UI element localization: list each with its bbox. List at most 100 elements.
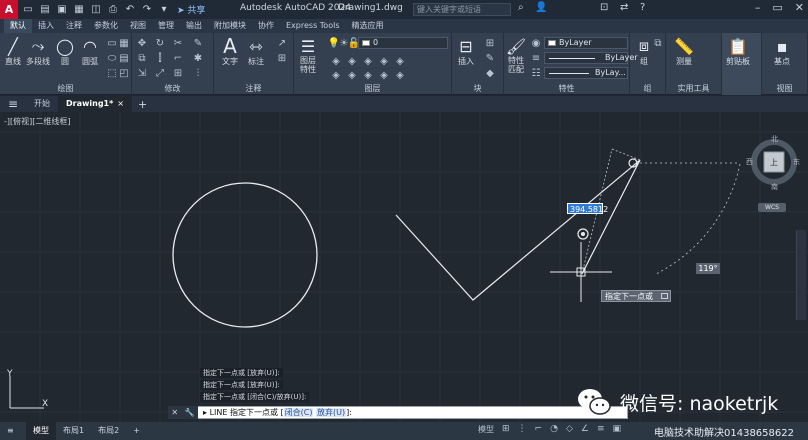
copy-icon[interactable]: ⧉ bbox=[136, 52, 148, 64]
viewcube-north[interactable]: 北 bbox=[771, 134, 778, 144]
add-tab-icon[interactable]: + bbox=[132, 98, 153, 111]
rotate-icon[interactable]: ↻ bbox=[154, 37, 166, 49]
scale-icon[interactable]: ⤢ bbox=[154, 67, 166, 79]
stretch-icon[interactable]: ⇲ bbox=[136, 67, 148, 79]
tab-default[interactable]: 默认 bbox=[4, 19, 32, 33]
tab-collaborate[interactable]: 协作 bbox=[252, 19, 280, 33]
drawn-circle[interactable] bbox=[172, 182, 318, 328]
polar-icon[interactable]: ◔ bbox=[550, 424, 558, 435]
edit-block-icon[interactable]: ✎ bbox=[484, 52, 496, 64]
region-icon[interactable]: ◰ bbox=[118, 67, 130, 79]
insert-button[interactable]: ⊟ 插入 bbox=[456, 36, 476, 67]
ellipse-icon[interactable]: ⬭ bbox=[106, 52, 118, 64]
layer-tool-4-icon[interactable]: ◈ bbox=[378, 55, 390, 67]
paste-button[interactable]: 📋 剪贴板 bbox=[726, 36, 750, 67]
share-button[interactable]: ➤ 共享 bbox=[177, 3, 205, 16]
circle-button[interactable]: ◯ 圆 bbox=[55, 36, 75, 67]
viewcube-west[interactable]: 西 bbox=[746, 157, 753, 167]
annotation-panel-title[interactable]: 注释 bbox=[214, 83, 293, 94]
drawn-polyline[interactable] bbox=[395, 159, 641, 301]
layer-tool-3-icon[interactable]: ◈ bbox=[362, 55, 374, 67]
drawing-canvas[interactable] bbox=[0, 112, 808, 422]
layers-panel-title[interactable]: 图层 bbox=[294, 83, 451, 94]
exchange-icon[interactable]: ⇄ bbox=[620, 2, 628, 13]
rectangle-icon[interactable]: ▭ bbox=[106, 37, 118, 49]
option-close[interactable]: 闭合(C) bbox=[283, 408, 314, 417]
transparency-icon[interactable]: ▣ bbox=[613, 424, 622, 435]
help-icon[interactable]: ? bbox=[640, 2, 645, 13]
viewcube-south[interactable]: 南 bbox=[771, 182, 778, 192]
tab-start[interactable]: 开始 bbox=[26, 96, 58, 112]
layer-tool-6-icon[interactable]: ◈ bbox=[330, 69, 342, 81]
lineweight-icon[interactable]: ≡ bbox=[530, 52, 542, 64]
line-button[interactable]: ╱ 直线 bbox=[3, 36, 23, 67]
array-icon[interactable]: ⊞ bbox=[172, 67, 184, 79]
tab-insert[interactable]: 插入 bbox=[32, 19, 60, 33]
open-file-icon[interactable]: ▤ bbox=[38, 3, 52, 17]
viewcube[interactable]: 北 南 东 西 上 bbox=[746, 134, 800, 191]
layer-tool-5-icon[interactable]: ◈ bbox=[394, 55, 406, 67]
new-file-icon[interactable]: ▭ bbox=[21, 3, 35, 17]
tab-addins[interactable]: 附加模块 bbox=[208, 19, 252, 33]
layer-tool-2-icon[interactable]: ◈ bbox=[346, 55, 358, 67]
gradient-icon[interactable]: ▤ bbox=[118, 52, 130, 64]
tab-drawing1[interactable]: Drawing1* × bbox=[58, 96, 132, 112]
layer-tool-9-icon[interactable]: ◈ bbox=[378, 69, 390, 81]
erase-icon[interactable]: ✎ bbox=[192, 37, 204, 49]
base-button[interactable]: ▪ 基点 bbox=[772, 36, 792, 67]
save-as-icon[interactable]: ▦ bbox=[72, 3, 86, 17]
create-block-icon[interactable]: ⊞ bbox=[484, 37, 496, 49]
viewport-controls[interactable]: -][俯视][二维线框] bbox=[4, 116, 71, 127]
groups-panel-title[interactable]: 组 bbox=[630, 83, 665, 94]
tab-layout1[interactable]: 布局1 bbox=[56, 422, 91, 440]
ungroup-icon[interactable]: ⧉ bbox=[652, 37, 664, 49]
group-button[interactable]: ⧈ 组 bbox=[634, 36, 654, 67]
maximize-icon[interactable]: ▭ bbox=[772, 1, 782, 14]
block-panel-title[interactable]: 块 bbox=[452, 83, 503, 94]
layer-tool-8-icon[interactable]: ◈ bbox=[362, 69, 374, 81]
tab-model[interactable]: 模型 bbox=[26, 422, 56, 440]
cart-icon[interactable]: ⊡ bbox=[600, 2, 608, 13]
wcs-menu[interactable]: WCS bbox=[758, 203, 786, 212]
block-attribute-icon[interactable]: ◆ bbox=[484, 67, 496, 79]
tab-manage[interactable]: 管理 bbox=[152, 19, 180, 33]
trim-icon[interactable]: ✂ bbox=[172, 37, 184, 49]
dynamic-input-length[interactable]: 394.5812 bbox=[567, 203, 608, 214]
drawing-area[interactable]: -][俯视][二维线框] 394.5812 119° 指定下一点或 北 南 东 … bbox=[0, 112, 808, 422]
view-panel-title[interactable]: 视图 bbox=[762, 83, 807, 94]
match-properties-button[interactable]: 🖌 特性 匹配 bbox=[506, 36, 526, 75]
layer-tool-10-icon[interactable]: ◈ bbox=[394, 69, 406, 81]
navigation-bar[interactable] bbox=[796, 230, 806, 320]
redo-icon[interactable]: ↷ bbox=[140, 3, 154, 17]
measure-button[interactable]: 📏 测量 bbox=[674, 36, 694, 67]
hatch-icon[interactable]: ▦ bbox=[118, 37, 130, 49]
utilities-panel-title[interactable]: 实用工具 bbox=[666, 83, 721, 94]
grid-icon[interactable]: ⊞ bbox=[502, 424, 510, 435]
tab-featured-apps[interactable]: 精选应用 bbox=[346, 19, 390, 33]
arc-button[interactable]: ◠ 圆弧 bbox=[80, 36, 100, 67]
offset-icon[interactable]: ⫶ bbox=[192, 67, 204, 79]
save-icon[interactable]: ▣ bbox=[55, 3, 69, 17]
command-line-input[interactable]: ▸ LINE 指定下一点或 [闭合(C) 放弃(U)]: bbox=[168, 406, 628, 419]
search-icon[interactable]: ⌕ bbox=[518, 2, 524, 13]
close-icon[interactable]: ✕ bbox=[795, 1, 804, 14]
lineweight-select[interactable]: ByLay... bbox=[544, 67, 628, 79]
boundary-icon[interactable]: ⬚ bbox=[106, 67, 118, 79]
fillet-icon[interactable]: ⌐ bbox=[172, 52, 184, 64]
dimension-button[interactable]: ⇿ 标注 bbox=[246, 36, 266, 67]
draw-panel-title[interactable]: 绘图 bbox=[0, 83, 131, 94]
polyline-button[interactable]: ⤳ 多段线 bbox=[26, 36, 50, 67]
tab-express-tools[interactable]: Express Tools bbox=[280, 19, 346, 33]
move-icon[interactable]: ✥ bbox=[136, 37, 148, 49]
tab-parametric[interactable]: 参数化 bbox=[88, 19, 124, 33]
option-undo[interactable]: 放弃(U) bbox=[316, 408, 347, 417]
text-button[interactable]: A 文字 bbox=[220, 34, 240, 67]
snap-icon[interactable]: ⋮ bbox=[518, 424, 527, 435]
autocad-logo-icon[interactable]: A bbox=[0, 0, 18, 19]
search-input[interactable]: 键入关键字或短语 bbox=[413, 3, 511, 16]
osnap-icon[interactable]: ◇ bbox=[566, 424, 573, 435]
mirror-icon[interactable]: ⫿ bbox=[154, 52, 166, 64]
table-icon[interactable]: ⊞ bbox=[276, 52, 288, 64]
layer-tool-1-icon[interactable]: ◈ bbox=[330, 55, 342, 67]
model-space-toggle[interactable]: 模型 bbox=[478, 424, 494, 435]
